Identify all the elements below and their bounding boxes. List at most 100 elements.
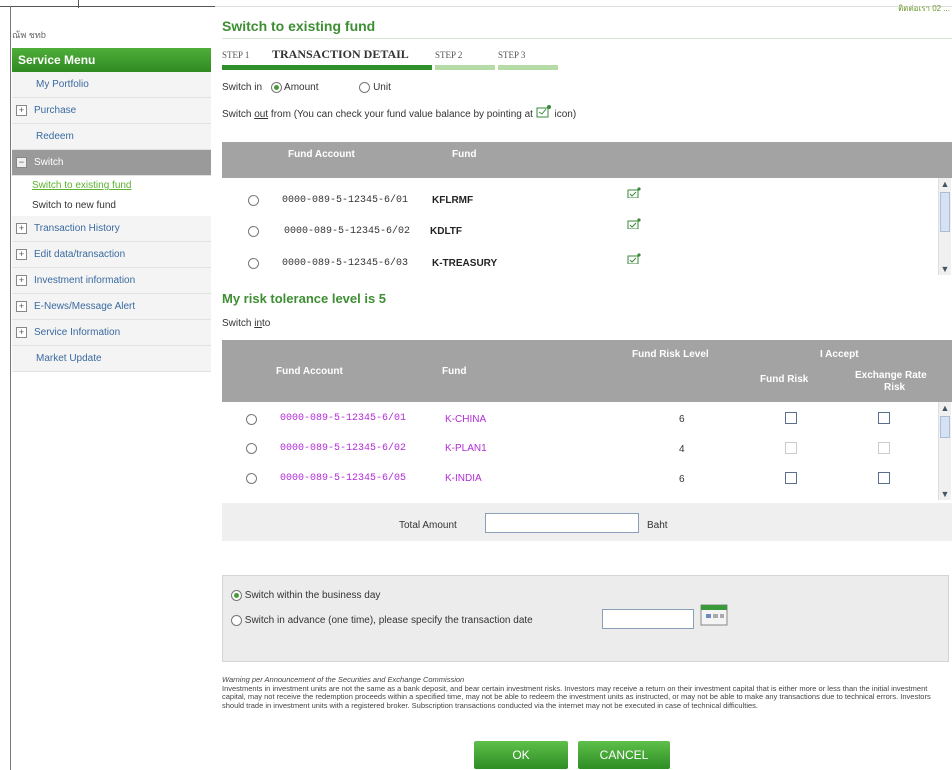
scroll-up-icon[interactable]: ▲ xyxy=(939,178,951,190)
step-3-number: STEP 3 xyxy=(498,50,526,60)
table-row[interactable]: 0000-089-5-12345-6/01 K-CHINA 6 xyxy=(222,404,940,434)
switch-in-table-body: 0000-089-5-12345-6/01 K-CHINA 6 0000-089… xyxy=(222,402,952,502)
transaction-date-input[interactable] xyxy=(602,609,694,629)
row-radio[interactable] xyxy=(246,472,257,484)
unit-radio[interactable] xyxy=(359,82,371,93)
switch-out-table-body: 0000-089-5-12345-6/01 KFLRMF 0000-089-5-… xyxy=(222,178,952,280)
table-row[interactable]: 0000-089-5-12345-6/03 K-TREASURY xyxy=(222,248,940,278)
fund-account: 0000-089-5-12345-6/03 xyxy=(282,258,409,269)
step-1-label: TRANSACTION DETAIL xyxy=(272,47,409,61)
expand-icon[interactable]: + xyxy=(16,327,27,338)
switch-out-scrollbar[interactable]: ▲ ▼ xyxy=(938,178,951,275)
accept-fx-risk-checkbox[interactable] xyxy=(878,412,890,424)
scroll-thumb[interactable] xyxy=(940,192,950,232)
sidebar-item-label: Service Information xyxy=(34,327,121,338)
expand-icon[interactable]: + xyxy=(16,301,27,312)
total-amount-input[interactable] xyxy=(485,513,639,533)
expand-icon[interactable]: + xyxy=(16,249,27,260)
sidebar-item-purchase[interactable]: + Purchase xyxy=(12,98,211,124)
left-frame-line xyxy=(10,6,11,770)
sidebar-item-label: Transaction History xyxy=(34,223,120,234)
service-menu-header: Service Menu xyxy=(12,48,211,72)
table-row[interactable]: 0000-089-5-12345-6/02 K-PLAN1 4 xyxy=(222,434,940,464)
scroll-up-icon[interactable]: ▲ xyxy=(939,402,951,414)
header-rule xyxy=(215,6,952,7)
col-fund-account: Fund Account xyxy=(288,149,355,160)
sidebar-item-edit-data[interactable]: + Edit data/transaction xyxy=(12,242,211,268)
scroll-down-icon[interactable]: ▼ xyxy=(939,263,951,275)
ok-button[interactable]: OK xyxy=(474,741,568,769)
fund-risk-level: 6 xyxy=(679,414,685,425)
instruction-text: icon) xyxy=(554,109,577,120)
row-radio[interactable] xyxy=(246,442,257,454)
accept-fund-risk-checkbox[interactable] xyxy=(785,412,797,424)
in-advance-radio[interactable] xyxy=(231,615,242,626)
sidebar-item-label: E-News/Message Alert xyxy=(34,301,136,312)
sidebar-item-enews[interactable]: + E-News/Message Alert xyxy=(12,294,211,320)
sidebar-item-switch[interactable]: − Switch xyxy=(12,150,211,176)
fund-account: 0000-089-5-12345-6/01 xyxy=(280,413,407,424)
row-radio[interactable] xyxy=(248,194,259,206)
sidebar-item-investment-info[interactable]: + Investment information xyxy=(12,268,211,294)
fund-value-icon[interactable] xyxy=(627,187,641,198)
collapse-icon[interactable]: − xyxy=(16,157,27,168)
instruction-text: Switch xyxy=(222,109,252,120)
calendar-icon[interactable] xyxy=(700,604,728,626)
fund-name: K-CHINA xyxy=(445,414,487,425)
fund-risk-level: 4 xyxy=(679,444,685,455)
label-text-underlined: in xyxy=(254,318,263,329)
step-3-bar xyxy=(498,65,558,70)
accept-fx-risk-checkbox xyxy=(878,442,890,454)
row-radio[interactable] xyxy=(248,225,259,237)
fund-name: K-INDIA xyxy=(445,473,482,484)
col-fund: Fund xyxy=(452,149,477,160)
within-day-label: Switch within the business day xyxy=(244,590,381,602)
sidebar-item-redeem[interactable]: Redeem xyxy=(12,124,211,150)
scroll-down-icon[interactable]: ▼ xyxy=(939,488,951,500)
page-title: Switch to existing fund xyxy=(222,18,376,34)
sidebar-item-transaction-history[interactable]: + Transaction History xyxy=(12,216,211,242)
frame-tick xyxy=(78,0,79,8)
switch-out-table-header: Fund Account Fund xyxy=(222,142,952,178)
sidebar-item-my-portfolio[interactable]: My Portfolio xyxy=(12,72,211,98)
within-day-radio[interactable] xyxy=(231,590,242,601)
warning-body: Investments in investment units are not … xyxy=(222,683,931,710)
accept-fx-risk-checkbox[interactable] xyxy=(878,472,890,484)
row-radio[interactable] xyxy=(248,257,259,269)
row-radio[interactable] xyxy=(246,413,257,425)
fund-account: 0000-089-5-12345-6/02 xyxy=(280,443,407,454)
amount-radio[interactable] xyxy=(270,82,282,93)
fund-name: KDLTF xyxy=(430,226,463,237)
sidebar-subitem-switch-existing[interactable]: Switch to existing fund xyxy=(12,176,211,196)
accept-fund-risk-checkbox xyxy=(785,442,797,454)
table-row[interactable]: 0000-089-5-12345-6/02 KDLTF xyxy=(222,216,940,246)
sidebar-item-market-update[interactable]: Market Update xyxy=(12,346,211,372)
scroll-thumb[interactable] xyxy=(940,416,950,438)
col-i-accept: I Accept xyxy=(820,349,859,360)
fund-risk-level: 6 xyxy=(679,474,685,485)
title-divider xyxy=(222,38,952,39)
accept-fund-risk-checkbox[interactable] xyxy=(785,472,797,484)
in-advance-option[interactable]: Switch in advance (one time), please spe… xyxy=(231,615,533,626)
sidebar-subitem-switch-new[interactable]: Switch to new fund xyxy=(12,196,211,216)
risk-tolerance-heading: My risk tolerance level is 5 xyxy=(222,291,387,306)
col-fx-risk-2: Risk xyxy=(884,382,906,393)
label-text: Switch xyxy=(222,318,252,329)
fund-value-icon[interactable] xyxy=(627,253,641,264)
fund-account: 0000-089-5-12345-6/01 xyxy=(282,195,409,206)
sidebar-item-service-info[interactable]: + Service Information xyxy=(12,320,211,346)
contact-link[interactable]: ติดต่อเรา 02 ... xyxy=(898,2,950,15)
col-fund-risk-level: Fund Risk Level xyxy=(632,349,709,360)
table-row[interactable]: 0000-089-5-12345-6/01 KFLRMF xyxy=(222,185,940,215)
table-row[interactable]: 0000-089-5-12345-6/05 K-INDIA 6 xyxy=(222,463,940,493)
switch-in-scrollbar[interactable]: ▲ ▼ xyxy=(938,402,951,500)
sidebar-item-label: Switch xyxy=(34,157,64,168)
cancel-button[interactable]: CANCEL xyxy=(578,741,670,769)
within-day-option[interactable]: Switch within the business day xyxy=(231,590,380,601)
fund-value-icon[interactable] xyxy=(627,218,641,229)
col-fund-risk: Fund Risk xyxy=(760,374,809,385)
fund-account: 0000-089-5-12345-6/05 xyxy=(280,473,407,484)
expand-icon[interactable]: + xyxy=(16,275,27,286)
expand-icon[interactable]: + xyxy=(16,105,27,116)
expand-icon[interactable]: + xyxy=(16,223,27,234)
